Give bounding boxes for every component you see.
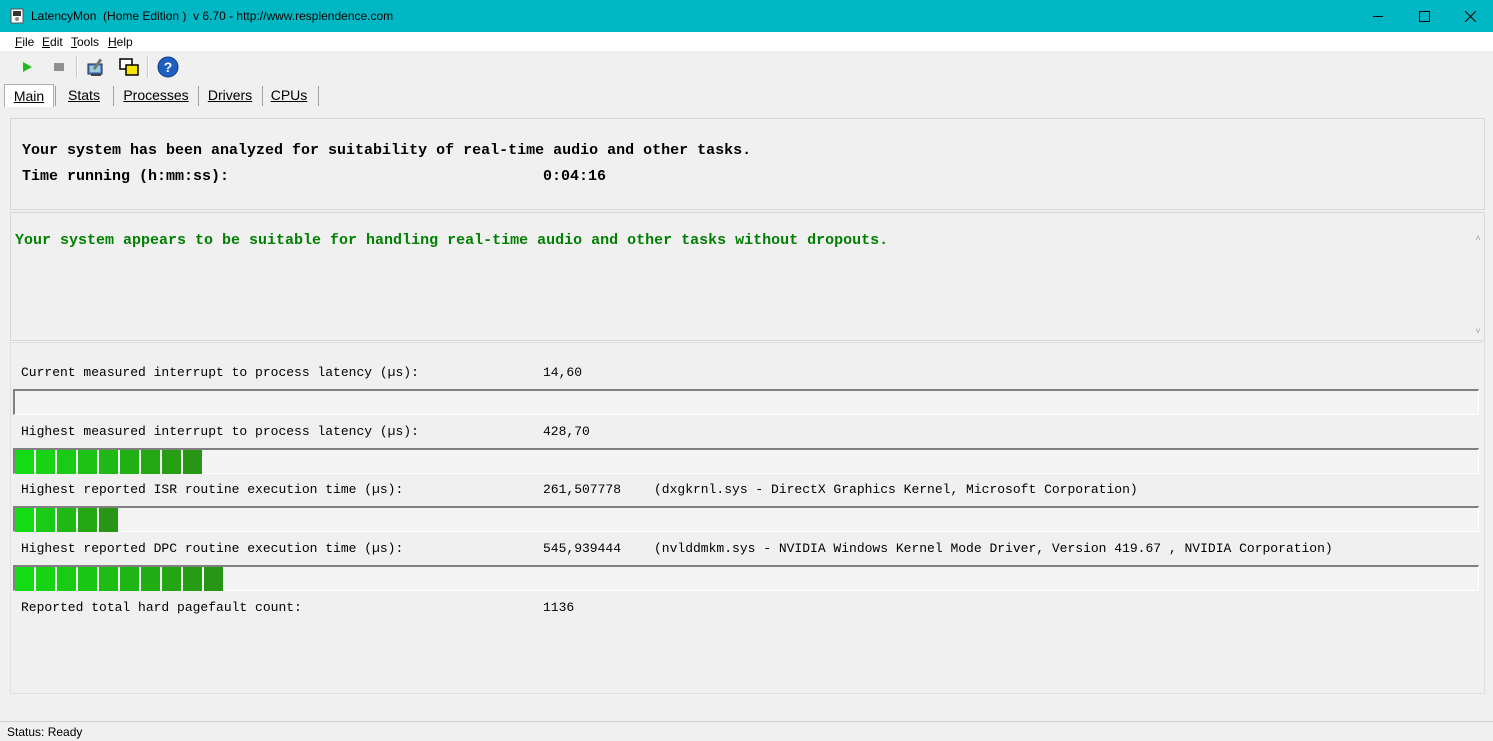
tab-separator [113,86,114,106]
tab-separator [55,86,56,106]
bar-fill [15,567,225,591]
dpc-bar [13,565,1479,591]
help-icon: ? [157,56,179,78]
maximize-button[interactable] [1401,0,1447,32]
computer-tools-icon [87,58,103,76]
maximize-icon [1418,10,1430,22]
toolbar: ? [0,52,1493,82]
app-icon [10,8,24,24]
bar-segment [141,567,160,591]
tab-cpus[interactable]: CPUs [266,84,312,106]
bar-fill [15,508,120,532]
menu-bar: File Edit Tools Help [0,32,1493,51]
tab-separator [318,86,319,106]
bar-segment [162,450,181,474]
isr-value: 261,507778 [543,482,622,497]
pagefault-label: Reported total hard pagefault count: [21,600,302,615]
menu-edit[interactable]: Edit [42,35,63,49]
stop-icon [54,63,64,71]
bar-segment [57,567,76,591]
bar-segment [120,450,139,474]
bar-segment [183,450,202,474]
isr-bar [13,506,1479,532]
dpc-detail: (nvlddmkm.sys - NVIDIA Windows Kernel Mo… [654,541,1333,556]
bar-segment [78,508,97,532]
bar-segment [78,567,97,591]
highest-latency-bar [13,448,1479,474]
bar-segment [183,567,202,591]
tab-processes[interactable]: Processes [118,84,194,106]
isr-detail: (dxgkrnl.sys - DirectX Graphics Kernel, … [654,482,1138,497]
scroll-down-icon[interactable]: ˅ [1473,326,1483,336]
highest-latency-value: 428,70 [543,424,590,439]
scroll-up-icon[interactable]: ˄ [1473,233,1483,243]
windows-button[interactable] [117,55,141,79]
dpc-value: 545,939444 [543,541,622,556]
menu-tools[interactable]: Tools [71,35,99,49]
svg-text:?: ? [164,59,173,75]
bar-segment [36,567,55,591]
help-button[interactable]: ? [156,55,180,79]
bar-segment [15,567,34,591]
bar-segment [36,508,55,532]
bar-segment [36,450,55,474]
window-title: LatencyMon (Home Edition ) v 6.70 - http… [31,9,394,23]
bar-segment [162,567,181,591]
menu-file[interactable]: File [15,35,34,49]
close-icon [1464,10,1476,22]
pagefault-value: 1136 [543,600,575,615]
status-bar: Status: Ready [0,721,1493,741]
menu-help[interactable]: Help [108,35,133,49]
tab-separator [198,86,199,106]
time-running-value: 0:04:16 [543,168,607,185]
tab-bar: Main Stats Processes Drivers CPUs [0,82,1493,108]
bar-segment [15,508,34,532]
bar-segment [57,450,76,474]
tab-drivers[interactable]: Drivers [202,84,258,106]
bar-segment [204,567,223,591]
bar-fill [15,450,204,474]
isr-label: Highest reported ISR routine execution t… [21,482,404,497]
conclusion-text: Your system appears to be suitable for h… [15,232,889,249]
computer-tools-button[interactable] [85,55,109,79]
current-latency-label: Current measured interrupt to process la… [21,365,419,380]
bar-segment [15,450,34,474]
bar-segment [141,450,160,474]
windows-overlap-icon [119,58,139,76]
tab-main[interactable]: Main [4,84,54,107]
minimize-button[interactable] [1355,0,1401,32]
minimize-icon [1373,15,1383,17]
current-latency-value: 14,60 [543,365,583,380]
toolbar-separator [147,56,149,78]
status-text: Status: Ready [7,725,83,739]
time-running-label: Time running (h:mm:ss): [22,168,230,185]
conclusion-panel: Your system appears to be suitable for h… [10,212,1485,341]
highest-latency-label: Highest measured interrupt to process la… [21,424,419,439]
dpc-label: Highest reported DPC routine execution t… [21,541,404,556]
current-latency-bar [13,389,1479,415]
tab-separator [262,86,263,106]
analysis-text: Your system has been analyzed for suitab… [22,142,752,159]
close-button[interactable] [1447,0,1493,32]
title-bar[interactable]: LatencyMon (Home Edition ) v 6.70 - http… [0,0,1493,32]
bar-segment [57,508,76,532]
bar-segment [78,450,97,474]
play-icon [23,62,32,72]
toolbar-separator [76,56,78,78]
tab-stats[interactable]: Stats [60,84,108,106]
bar-segment [99,508,118,532]
summary-panel: Your system has been analyzed for suitab… [10,118,1485,210]
bar-segment [99,450,118,474]
bar-segment [99,567,118,591]
stop-button[interactable] [47,55,71,79]
start-button[interactable] [15,55,39,79]
bar-segment [120,567,139,591]
